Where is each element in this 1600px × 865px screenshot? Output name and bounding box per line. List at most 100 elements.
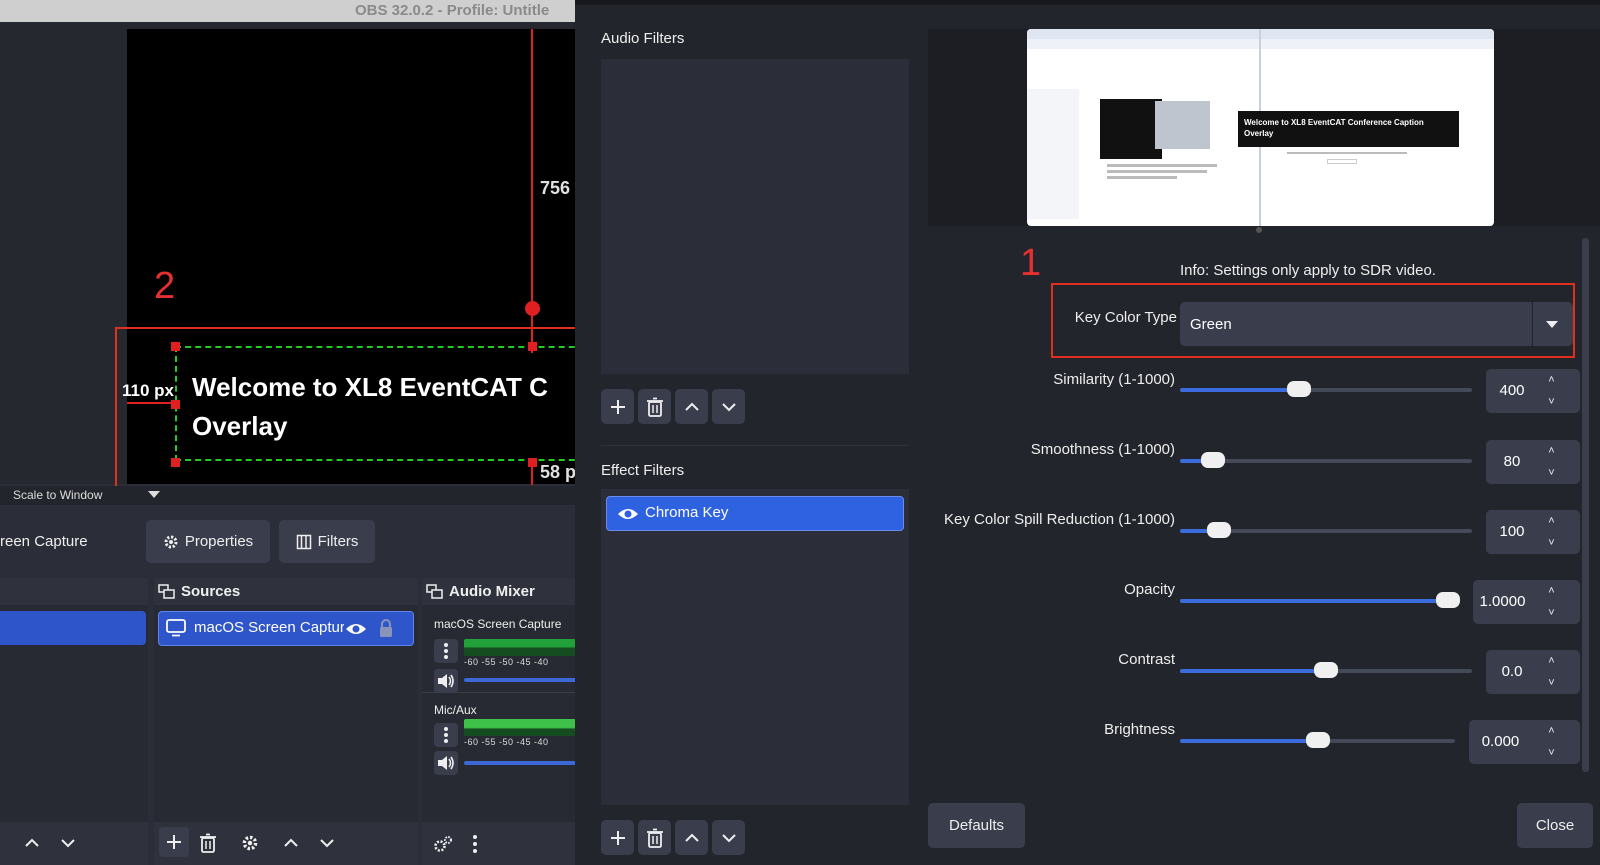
spin-up-icon[interactable]: ˄	[1536, 650, 1567, 672]
chevron-up-icon[interactable]	[282, 834, 300, 852]
mute-button[interactable]	[434, 669, 458, 693]
spill-reduction-spinbox[interactable]: 100 ˄ ˅	[1486, 510, 1580, 554]
chevron-down-icon	[721, 402, 736, 411]
window-titlebar: OBS 32.0.2 - Profile: Untitle	[0, 0, 575, 22]
audio-filters-label: Audio Filters	[601, 30, 685, 47]
contrast-slider-thumb[interactable]	[1314, 662, 1338, 678]
spill-reduction-slider-thumb[interactable]	[1206, 522, 1231, 538]
plus-icon	[610, 830, 625, 845]
spin-up-icon[interactable]: ˄	[1536, 369, 1567, 391]
eye-icon[interactable]	[617, 506, 639, 522]
chevron-down-icon[interactable]	[59, 834, 77, 852]
chevron-up-icon[interactable]	[23, 834, 41, 852]
gear-icon[interactable]	[241, 834, 259, 852]
spin-up-icon[interactable]: ˄	[1536, 720, 1567, 742]
filters-button-label: Filters	[317, 533, 359, 550]
trash-icon[interactable]	[199, 833, 217, 853]
smoothness-spinbox[interactable]: 80 ˄ ˅	[1486, 440, 1580, 484]
doc-text-line	[1107, 176, 1177, 179]
move-audio-filter-down-button[interactable]	[712, 389, 745, 424]
brightness-slider-thumb[interactable]	[1305, 732, 1330, 748]
annotation-number-1: 1	[1020, 242, 1042, 284]
mute-button[interactable]	[434, 751, 458, 775]
close-button[interactable]: Close	[1517, 803, 1593, 848]
kebab-menu-icon	[444, 727, 448, 743]
mixer-channel-name: Mic/Aux	[434, 703, 477, 717]
properties-button-label: Properties	[184, 533, 254, 550]
filters-button[interactable]: Filters	[279, 520, 375, 563]
add-effect-filter-button[interactable]	[601, 820, 634, 855]
similarity-label: Similarity (1-1000)	[1053, 371, 1175, 388]
spin-down-icon[interactable]: ˅	[1536, 742, 1567, 764]
effect-filters-list[interactable]	[601, 489, 909, 805]
properties-button[interactable]: Properties	[146, 520, 270, 563]
volume-slider[interactable]	[464, 678, 575, 682]
defaults-button[interactable]: Defaults	[928, 803, 1025, 848]
chevron-up-icon	[684, 833, 699, 842]
contrast-spinbox[interactable]: 0.0 ˄ ˅	[1486, 650, 1580, 694]
chevron-down-icon[interactable]	[148, 491, 160, 498]
defaults-button-label: Defaults	[948, 817, 1005, 834]
audio-mixer-title: Audio Mixer	[449, 583, 535, 600]
spin-down-icon[interactable]: ˅	[1536, 391, 1567, 413]
similarity-spinbox[interactable]: 400 ˄ ˅	[1486, 369, 1580, 413]
channel-menu-button[interactable]	[434, 723, 458, 747]
distance-label-top: 756	[540, 178, 571, 198]
move-audio-filter-up-button[interactable]	[675, 389, 708, 424]
chevron-down-icon[interactable]	[318, 834, 336, 852]
dock-icon	[426, 583, 443, 599]
add-source-button[interactable]	[159, 827, 189, 857]
lock-icon[interactable]	[379, 618, 393, 638]
embedded-overlay-line-2: Overlay	[1244, 129, 1274, 138]
remove-audio-filter-button[interactable]	[638, 389, 671, 424]
embedded-overlay-line-1: Welcome to XL8 EventCAT Conference Capti…	[1244, 118, 1424, 127]
effect-filter-label: Chroma Key	[645, 504, 729, 521]
doc-text-line	[1107, 164, 1217, 167]
volume-slider[interactable]	[464, 761, 575, 765]
advanced-audio-gear-icon[interactable]	[432, 834, 454, 854]
remove-effect-filter-button[interactable]	[638, 820, 671, 855]
smoothness-slider-thumb[interactable]	[1201, 452, 1226, 468]
add-audio-filter-button[interactable]	[601, 389, 634, 424]
trash-icon	[646, 828, 663, 848]
spin-down-icon[interactable]: ˅	[1536, 602, 1567, 624]
filter-preview-screenshot: Welcome to XL8 EventCAT Conference Capti…	[1027, 29, 1494, 226]
move-effect-filter-up-button[interactable]	[675, 820, 708, 855]
spin-down-icon[interactable]: ˅	[1536, 672, 1567, 694]
audio-mixer-header: Audio Mixer	[422, 578, 575, 605]
similarity-slider-thumb[interactable]	[1287, 381, 1312, 397]
spin-buttons: ˄ ˅	[1536, 510, 1567, 554]
spill-reduction-value: 100	[1499, 523, 1525, 540]
channel-menu-button[interactable]	[434, 639, 458, 663]
spill-reduction-slider[interactable]	[1180, 522, 1472, 538]
annotation-number-2: 2	[154, 265, 176, 307]
smoothness-value: 80	[1503, 453, 1521, 470]
move-effect-filter-down-button[interactable]	[712, 820, 745, 855]
kebab-menu-icon[interactable]	[472, 834, 478, 854]
spin-up-icon[interactable]: ˄	[1536, 510, 1567, 532]
brightness-slider[interactable]	[1180, 732, 1455, 748]
similarity-slider[interactable]	[1180, 381, 1472, 397]
properties-scrollbar[interactable]	[1582, 238, 1589, 772]
contrast-slider[interactable]	[1180, 662, 1472, 678]
splitter-handle[interactable]	[1256, 227, 1262, 233]
opacity-slider[interactable]	[1180, 592, 1460, 608]
opacity-spinbox[interactable]: 1.0000 ˄ ˅	[1473, 580, 1580, 624]
selected-scene-item[interactable]	[0, 611, 146, 645]
smoothness-slider[interactable]	[1180, 452, 1472, 468]
spin-up-icon[interactable]: ˄	[1536, 580, 1567, 602]
spin-down-icon[interactable]: ˅	[1536, 532, 1567, 554]
filters-icon	[296, 534, 311, 549]
distance-guide-top	[531, 29, 533, 307]
spin-up-icon[interactable]: ˄	[1536, 440, 1567, 462]
spin-down-icon[interactable]: ˅	[1536, 462, 1567, 484]
opacity-slider-thumb[interactable]	[1436, 592, 1460, 608]
audio-filters-list[interactable]	[601, 59, 909, 374]
brightness-spinbox[interactable]: 0.000 ˄ ˅	[1469, 720, 1580, 764]
spin-buttons: ˄ ˅	[1536, 580, 1567, 624]
opacity-label: Opacity	[1124, 581, 1175, 598]
gear-icon	[164, 535, 178, 548]
eye-icon[interactable]	[345, 621, 367, 637]
scale-dropdown-label: Scale to Window	[13, 488, 103, 502]
embedded-overlay-heading: Welcome to XL8 EventCAT Conference Capti…	[1238, 111, 1459, 147]
